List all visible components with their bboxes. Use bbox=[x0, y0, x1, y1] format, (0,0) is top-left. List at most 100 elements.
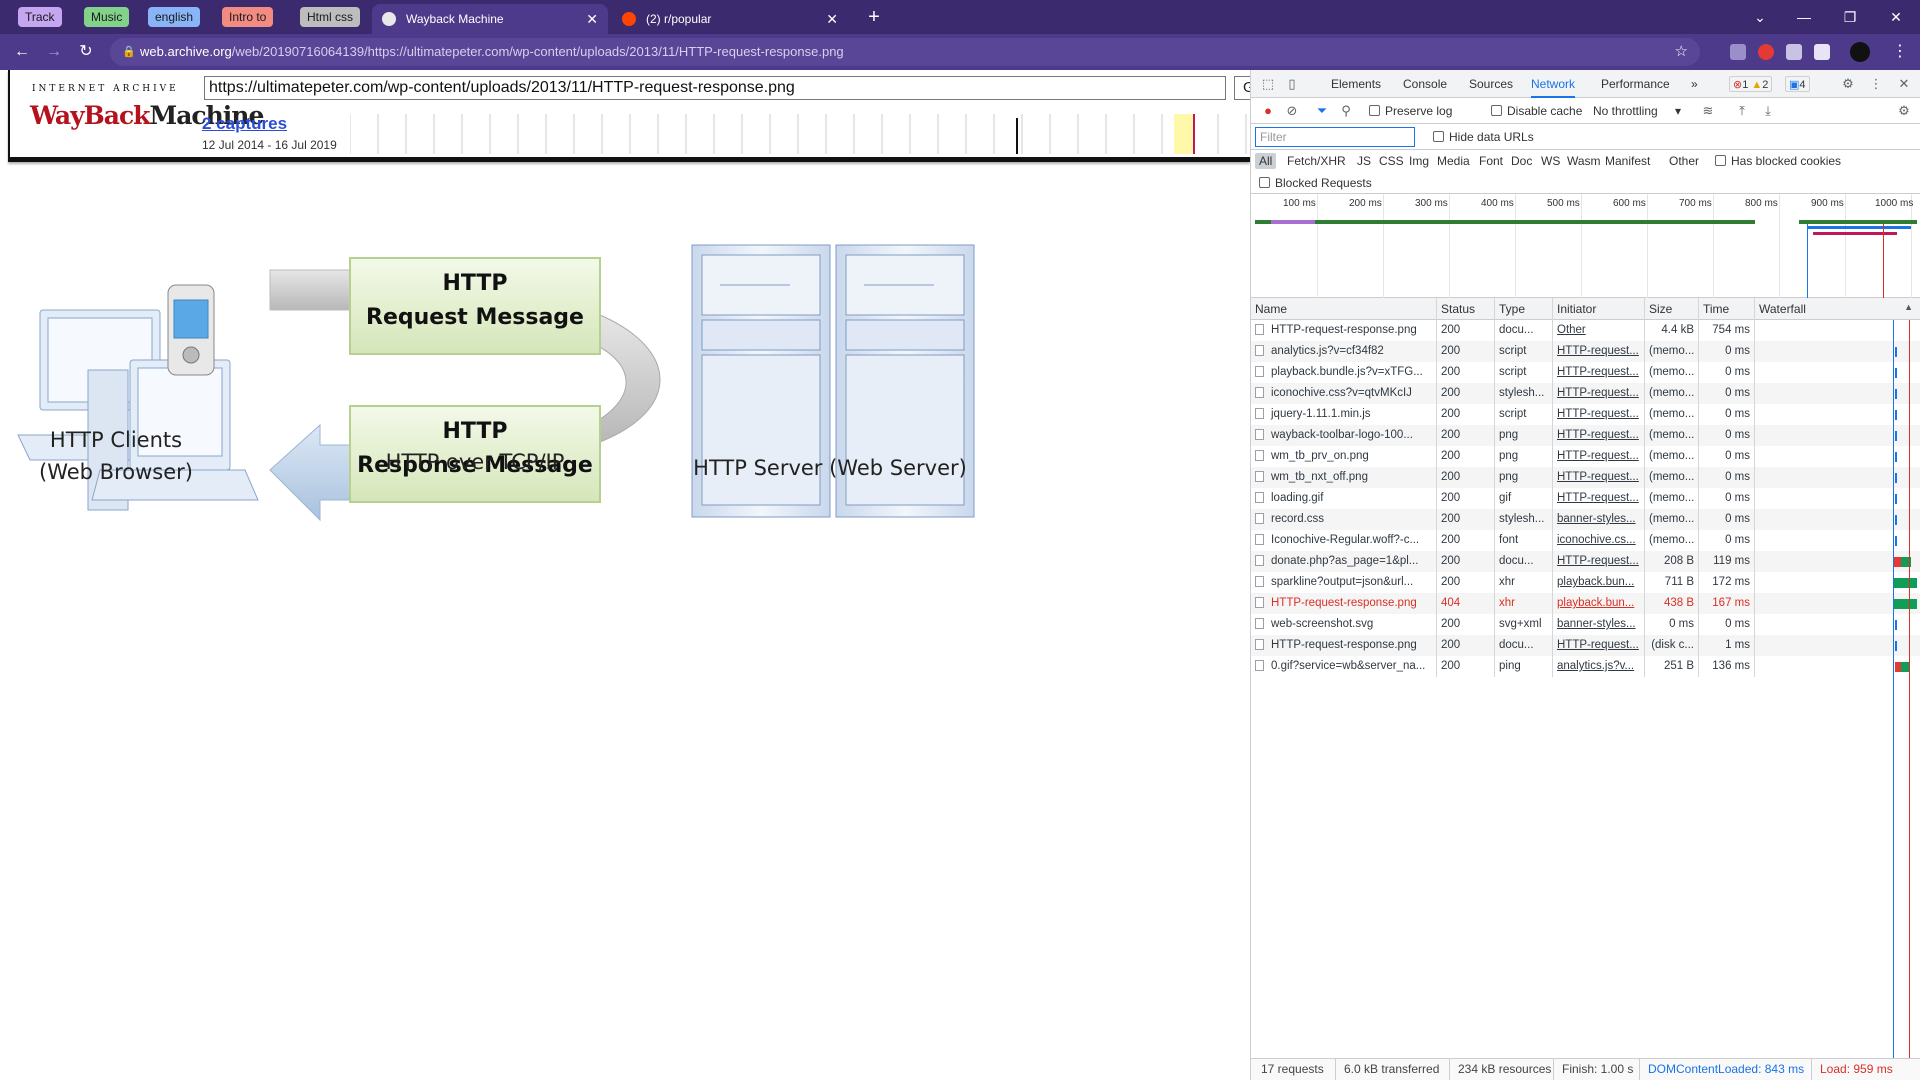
col-size[interactable]: Size bbox=[1645, 298, 1699, 320]
close-tab-icon[interactable]: ✕ bbox=[586, 4, 598, 34]
table-row[interactable]: wm_tb_prv_on.png 200 png HTTP-request... (me… bbox=[1251, 446, 1920, 467]
disable-cache-checkbox[interactable]: Disable cache bbox=[1491, 104, 1582, 118]
blocked-requests-checkbox[interactable]: Blocked Requests bbox=[1259, 175, 1372, 191]
network-overview-timeline[interactable]: 100 ms 200 ms 300 ms 400 ms 500 ms 600 m… bbox=[1251, 194, 1920, 298]
devtools-menu-icon[interactable]: ⋮ bbox=[1869, 77, 1883, 91]
filter-doc[interactable]: Doc bbox=[1511, 153, 1532, 169]
wayback-logo[interactable]: WayBackMachine bbox=[30, 96, 264, 136]
cell-initiator[interactable]: HTTP-request... bbox=[1553, 404, 1645, 425]
extension-icon[interactable] bbox=[1786, 44, 1802, 60]
back-icon[interactable]: ← bbox=[10, 40, 34, 64]
table-row[interactable]: record.css 200 stylesh... banner-styles...(… bbox=[1251, 509, 1920, 530]
table-row[interactable]: HTTP-request-response.png 200 docu... Other… bbox=[1251, 320, 1920, 341]
table-row[interactable]: loading.gif 200 gif HTTP-request... (memo...… bbox=[1251, 488, 1920, 509]
record-icon[interactable]: ● bbox=[1261, 104, 1275, 118]
table-row[interactable]: analytics.js?v=cf34f82 200 script HTTP-requ… bbox=[1251, 341, 1920, 362]
cell-initiator[interactable]: banner-styles... bbox=[1553, 614, 1645, 635]
tab-sources[interactable]: Sources bbox=[1469, 70, 1513, 98]
more-tabs-icon[interactable]: » bbox=[1691, 70, 1698, 98]
filter-font[interactable]: Font bbox=[1479, 153, 1503, 169]
filter-all[interactable]: All bbox=[1255, 153, 1277, 169]
pinned-tab-intro[interactable]: Intro to bbox=[222, 7, 274, 27]
table-row[interactable]: sparkline?output=json&url... 200 xhr playba… bbox=[1251, 572, 1920, 593]
preserve-log-checkbox[interactable]: Preserve log bbox=[1369, 104, 1452, 118]
pinned-tab-english[interactable]: english bbox=[148, 7, 201, 27]
cell-initiator[interactable]: HTTP-request... bbox=[1553, 551, 1645, 572]
table-row[interactable]: jquery-1.11.1.min.js 200 script HTTP-reques… bbox=[1251, 404, 1920, 425]
captures-link[interactable]: 2 captures bbox=[202, 114, 287, 134]
network-conditions-icon[interactable]: ≋ bbox=[1701, 104, 1715, 118]
close-window-icon[interactable]: ✕ bbox=[1876, 4, 1916, 30]
throttling-select[interactable]: No throttling ▾ bbox=[1593, 104, 1681, 118]
cell-initiator[interactable]: HTTP-request... bbox=[1553, 341, 1645, 362]
filter-media[interactable]: Media bbox=[1437, 153, 1470, 169]
bookmark-star-icon[interactable]: ☆ bbox=[1675, 38, 1688, 66]
wayback-go-button[interactable]: Go bbox=[1234, 76, 1250, 100]
table-row[interactable]: HTTP-request-response.png 200 docu... HTTP-… bbox=[1251, 635, 1920, 656]
col-waterfall[interactable]: Waterfall bbox=[1755, 298, 1920, 320]
cell-initiator[interactable]: Other bbox=[1553, 320, 1645, 341]
import-har-icon[interactable]: ⤒ bbox=[1735, 104, 1749, 118]
filter-other[interactable]: Other bbox=[1669, 153, 1699, 169]
close-devtools-icon[interactable]: ✕ bbox=[1897, 77, 1911, 91]
col-initiator[interactable]: Initiator bbox=[1553, 298, 1645, 320]
lock-icon[interactable]: 🔒 bbox=[122, 38, 136, 66]
clear-icon[interactable]: ⊘ bbox=[1285, 104, 1299, 118]
address-bar[interactable]: 🔒 web.archive.org/web/20190716064139/htt… bbox=[110, 38, 1700, 66]
issues-badge[interactable]: ⊗1 ▲2 bbox=[1729, 76, 1773, 92]
extension-icon[interactable] bbox=[1758, 44, 1774, 60]
puzzle-icon[interactable] bbox=[1814, 44, 1830, 60]
new-tab-icon[interactable]: + bbox=[862, 5, 886, 29]
tab-wayback-machine[interactable]: Wayback Machine ✕ bbox=[372, 4, 608, 34]
cell-initiator[interactable]: HTTP-request... bbox=[1553, 488, 1645, 509]
device-toolbar-icon[interactable]: ▯ bbox=[1285, 77, 1299, 91]
table-row[interactable]: HTTP-request-response.png 404 xhr playback.… bbox=[1251, 593, 1920, 614]
filter-img[interactable]: Img bbox=[1409, 153, 1429, 169]
cell-initiator[interactable]: HTTP-request... bbox=[1553, 425, 1645, 446]
filter-fetch-xhr[interactable]: Fetch/XHR bbox=[1287, 153, 1346, 169]
cell-initiator[interactable]: HTTP-request... bbox=[1553, 362, 1645, 383]
has-blocked-cookies-checkbox[interactable]: Has blocked cookies bbox=[1715, 153, 1841, 169]
col-type[interactable]: Type bbox=[1495, 298, 1553, 320]
filter-ws[interactable]: WS bbox=[1541, 153, 1560, 169]
minimize-icon[interactable]: — bbox=[1784, 4, 1824, 30]
cell-initiator[interactable]: analytics.js?v... bbox=[1553, 656, 1645, 677]
network-settings-icon[interactable]: ⚙ bbox=[1897, 104, 1911, 118]
filter-input[interactable]: Filter bbox=[1255, 127, 1415, 147]
table-row[interactable]: wm_tb_nxt_off.png 200 png HTTP-request... (m… bbox=[1251, 467, 1920, 488]
table-row[interactable]: 0.gif?service=wb&server_na... 200 ping anal… bbox=[1251, 656, 1920, 677]
cell-initiator[interactable]: banner-styles... bbox=[1553, 509, 1645, 530]
filter-wasm[interactable]: Wasm bbox=[1567, 153, 1601, 169]
restore-icon[interactable]: ❐ bbox=[1830, 4, 1870, 30]
table-row[interactable]: web-screenshot.svg 200 svg+xml banner-style… bbox=[1251, 614, 1920, 635]
tab-elements[interactable]: Elements bbox=[1331, 70, 1381, 98]
forward-icon[interactable]: → bbox=[42, 40, 66, 64]
table-row[interactable]: Iconochive-Regular.woff?-c... 200 font icon… bbox=[1251, 530, 1920, 551]
col-status[interactable]: Status bbox=[1437, 298, 1495, 320]
profile-dropdown-icon[interactable]: ⌄ bbox=[1740, 4, 1780, 30]
inspect-element-icon[interactable]: ⬚ bbox=[1261, 77, 1275, 91]
filter-icon[interactable]: ⏷ bbox=[1315, 104, 1329, 118]
menu-kebab-icon[interactable]: ⋮ bbox=[1888, 40, 1912, 64]
pinned-tab-track[interactable]: Track bbox=[18, 7, 62, 27]
table-row[interactable]: iconochive.css?v=qtvMKcIJ 200 stylesh... HT… bbox=[1251, 383, 1920, 404]
filter-css[interactable]: CSS bbox=[1379, 153, 1404, 169]
cell-initiator[interactable]: iconochive.cs... bbox=[1553, 530, 1645, 551]
cell-initiator[interactable]: playback.bun... bbox=[1553, 593, 1645, 614]
cell-initiator[interactable]: playback.bun... bbox=[1553, 572, 1645, 593]
pinned-tab-music[interactable]: Music bbox=[84, 7, 130, 27]
cell-initiator[interactable]: HTTP-request... bbox=[1553, 446, 1645, 467]
table-row[interactable]: donate.php?as_page=1&pl... 200 docu... HTTP… bbox=[1251, 551, 1920, 572]
reload-icon[interactable]: ↻ bbox=[74, 40, 98, 64]
cell-initiator[interactable]: HTTP-request... bbox=[1553, 383, 1645, 404]
messages-badge[interactable]: ▣4 bbox=[1785, 76, 1810, 92]
cell-initiator[interactable]: HTTP-request... bbox=[1553, 635, 1645, 656]
tab-reddit[interactable]: (2) r/popular ✕ bbox=[612, 4, 848, 34]
hide-data-urls-checkbox[interactable]: Hide data URLs bbox=[1433, 130, 1534, 144]
wayback-url-input[interactable]: https://ultimatepeter.com/wp-content/upl… bbox=[204, 76, 1226, 100]
avatar[interactable] bbox=[1850, 42, 1870, 62]
close-tab-icon[interactable]: ✕ bbox=[826, 4, 838, 34]
export-har-icon[interactable]: ⤓ bbox=[1761, 104, 1775, 118]
search-icon[interactable]: ⚲ bbox=[1339, 104, 1353, 118]
cell-initiator[interactable]: HTTP-request... bbox=[1553, 467, 1645, 488]
